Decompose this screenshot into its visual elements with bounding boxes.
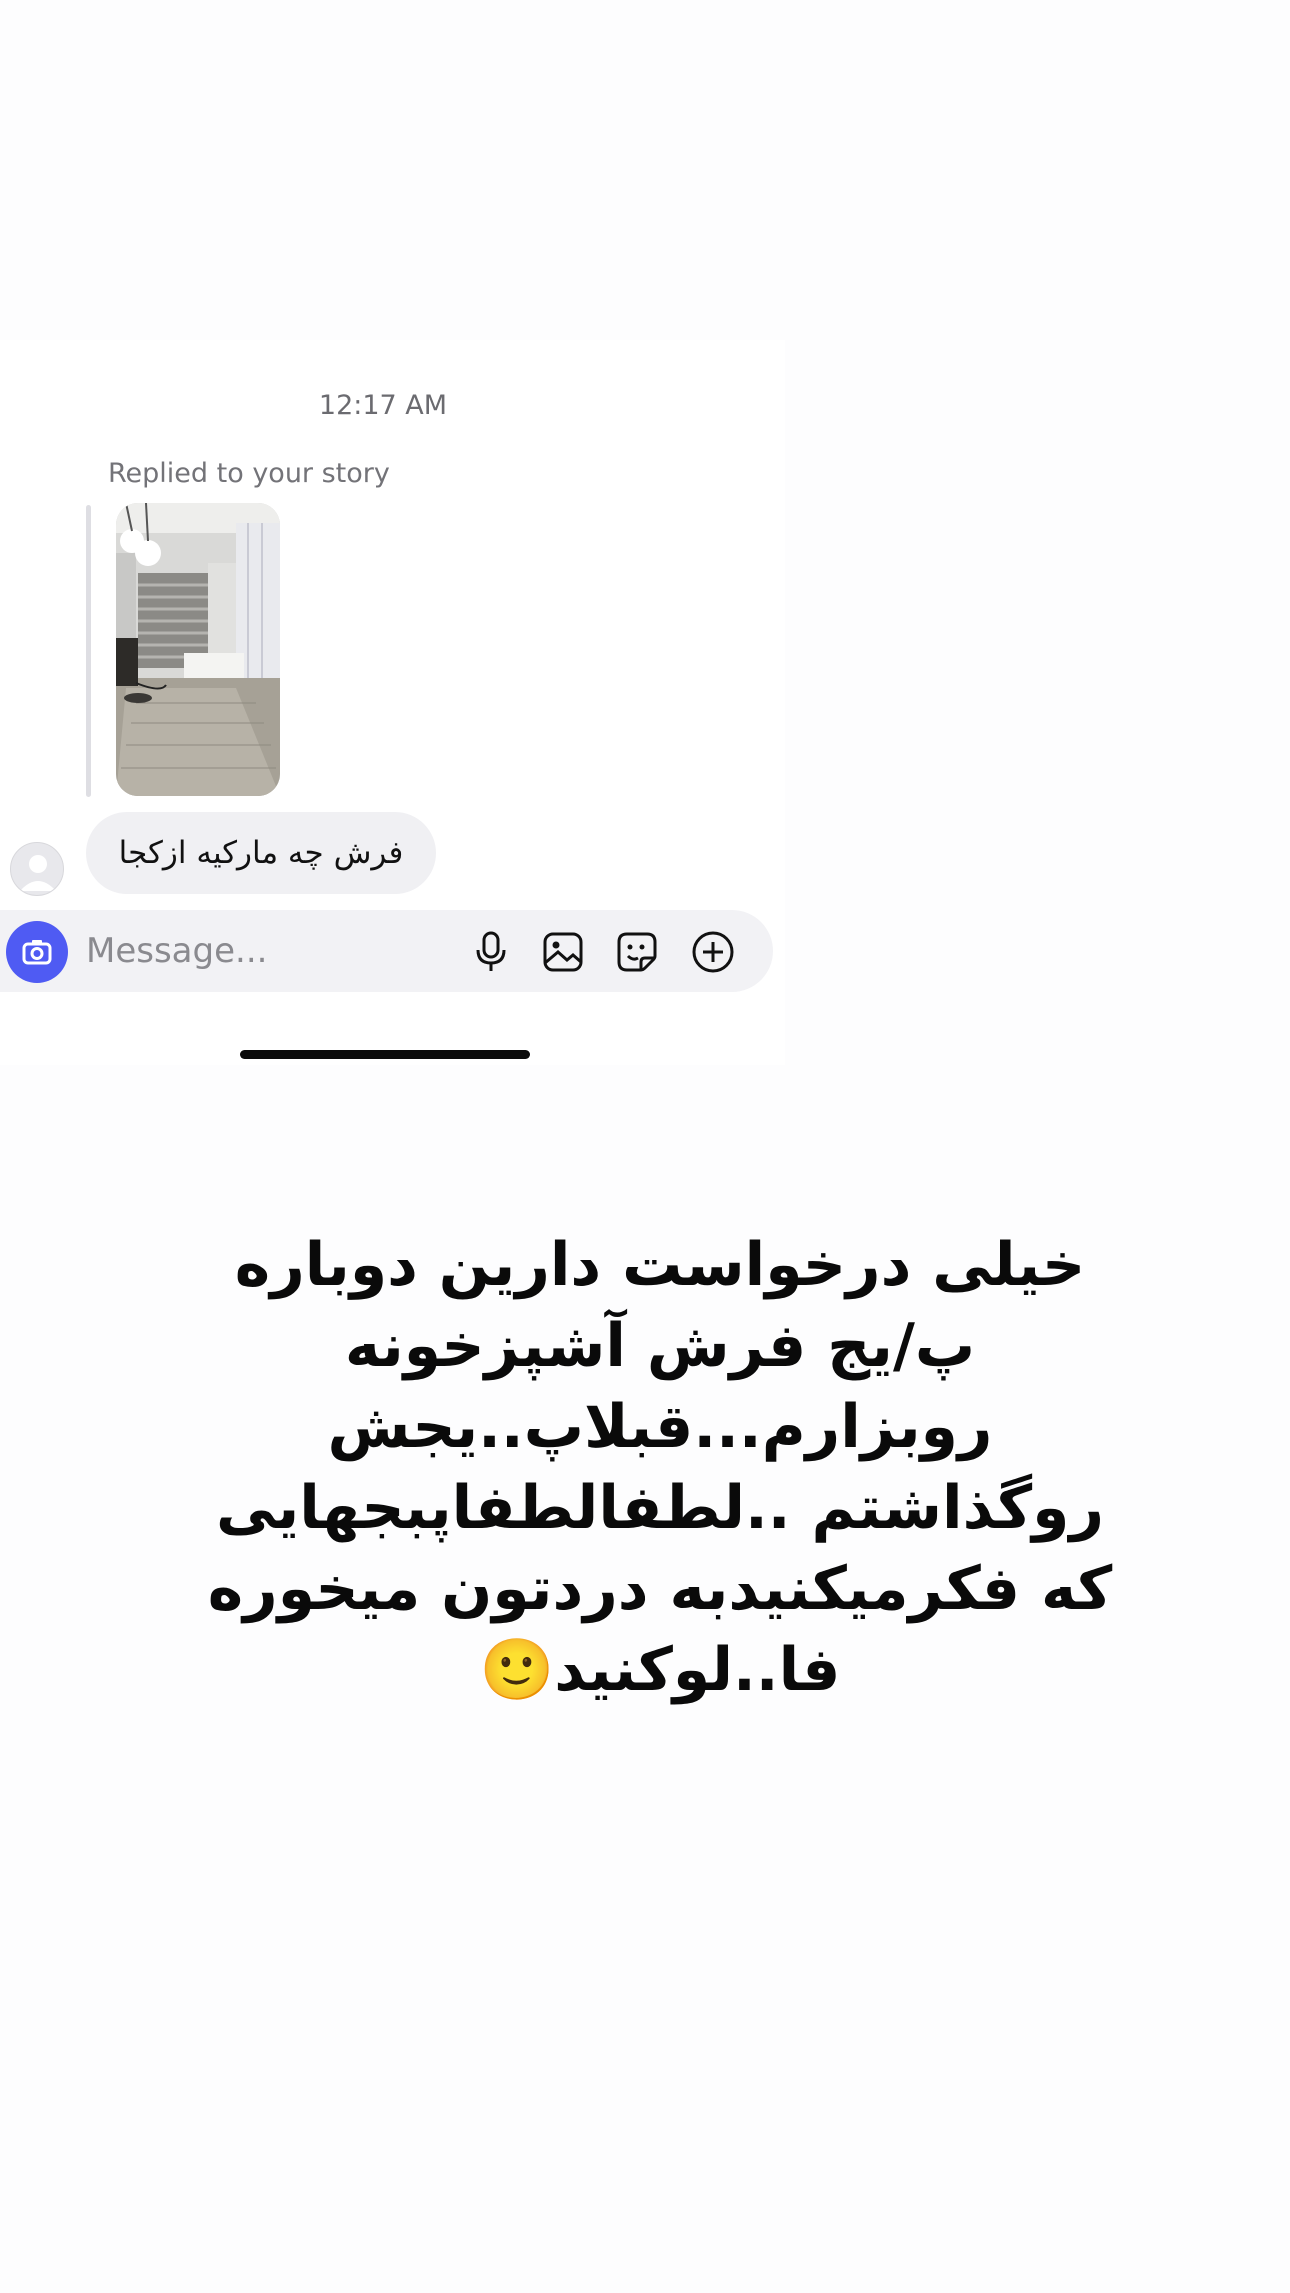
message-timestamp: 12:17 AM — [318, 390, 448, 421]
overlay-line: پ/یج فرش آشپزخونه — [344, 1311, 976, 1381]
gallery-icon — [543, 932, 583, 972]
gallery-button[interactable] — [540, 929, 586, 975]
camera-button[interactable] — [6, 921, 68, 983]
story-thumbnail[interactable] — [116, 503, 280, 796]
sticker-button[interactable] — [614, 929, 660, 975]
overlay-line: فا..لوکنید🙂 — [479, 1635, 841, 1705]
message-composer — [0, 910, 773, 992]
message-bubble[interactable]: فرش چه مارکیه ازکجا — [86, 812, 436, 894]
microphone-button[interactable] — [468, 929, 514, 975]
home-indicator — [240, 1050, 530, 1059]
microphone-icon — [476, 931, 506, 971]
avatar[interactable] — [10, 842, 64, 896]
overlay-line: خیلی درخواست دارین دوباره — [234, 1230, 1086, 1300]
message-input[interactable] — [86, 926, 436, 976]
overlay-line: روبزارم...قبلاپ..یجش — [327, 1392, 993, 1462]
plus-icon — [692, 931, 734, 973]
dm-screenshot: 12:17 AM Replied to your story فرش چه ما… — [0, 340, 785, 1065]
add-button[interactable] — [690, 929, 736, 975]
reply-indicator-bar — [86, 505, 91, 797]
camera-icon — [22, 940, 52, 965]
sticker-icon — [617, 932, 657, 972]
replied-to-story-label: Replied to your story — [108, 458, 390, 489]
message-text: فرش چه مارکیه ازکجا — [118, 835, 404, 871]
person-icon — [20, 855, 56, 891]
overlay-line: که فکرمیکنیدبه دردتون میخوره — [207, 1554, 1113, 1624]
overlay-line: روگذاشتم ..لطفالطفاپبجهایی — [216, 1473, 1104, 1543]
story-overlay-text: خیلی درخواست دارین دوباره پ/یج فرش آشپزخ… — [140, 1225, 1180, 1711]
